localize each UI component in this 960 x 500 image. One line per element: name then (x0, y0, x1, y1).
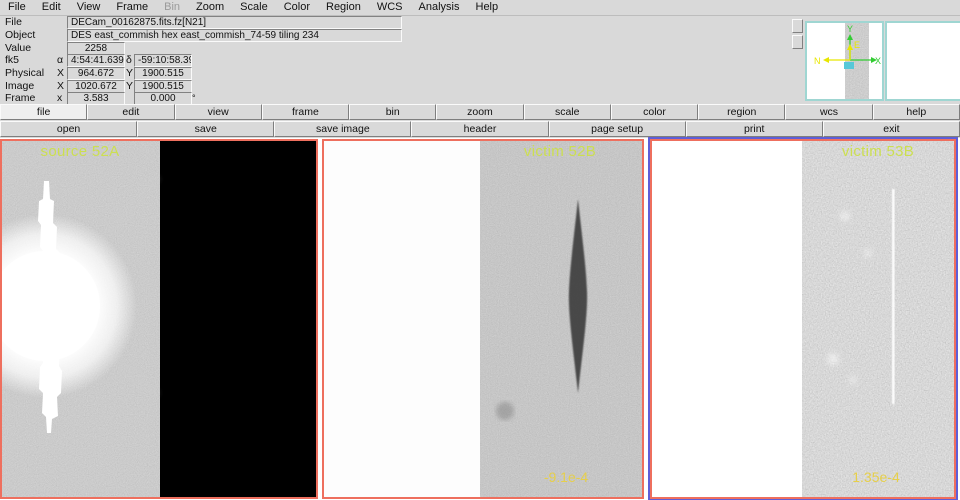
toolbar-frame-button[interactable]: frame (262, 104, 349, 120)
physical-x-label: X (57, 67, 64, 79)
physical-y-label: Y (126, 67, 133, 79)
menu-frame[interactable]: Frame (108, 0, 156, 15)
frame-1-image (2, 141, 316, 497)
toolbar-help-button[interactable]: help (873, 104, 960, 120)
toolbar-color-button[interactable]: color (611, 104, 698, 120)
region-value-52b: -9.1e-4 (544, 469, 588, 485)
panel-grip[interactable] (792, 19, 803, 33)
toolbar-wcs-button[interactable]: wcs (785, 104, 872, 120)
bright-streak (892, 189, 895, 404)
image-y-label: Y (126, 80, 133, 92)
menu-color[interactable]: Color (276, 0, 318, 15)
menu-region[interactable]: Region (318, 0, 369, 15)
toolbar-file-actions: open save save image header page setup p… (0, 121, 960, 137)
frame-3[interactable]: victim 53B 1.35e-4 (650, 139, 956, 499)
toolbar-zoom-button[interactable]: zoom (436, 104, 523, 120)
frame-2-image (324, 141, 642, 497)
north-arrowhead (823, 57, 829, 63)
magnifier[interactable] (885, 21, 960, 101)
object-label: Object (5, 29, 35, 41)
east-label: E (854, 40, 860, 50)
toolbar-view-button[interactable]: view (175, 104, 262, 120)
exit-button[interactable]: exit (823, 121, 960, 137)
file-label: File (5, 16, 22, 28)
panner-image-strip (845, 23, 869, 99)
header-button[interactable]: header (411, 121, 548, 137)
degree-symbol: ° (192, 92, 196, 104)
menu-analysis[interactable]: Analysis (411, 0, 468, 15)
toolbar-region-button[interactable]: region (698, 104, 785, 120)
frame-2[interactable]: victim 52B -9.1e-4 (322, 139, 644, 499)
toolbar-scale-button[interactable]: scale (524, 104, 611, 120)
menu-wcs[interactable]: WCS (369, 0, 411, 15)
toolbar-edit-button[interactable]: edit (87, 104, 174, 120)
dec-field[interactable]: -59:10:58.39 (134, 54, 192, 67)
toolbar-bin-button[interactable]: bin (349, 104, 436, 120)
menu-edit[interactable]: Edit (34, 0, 69, 15)
ra-field[interactable]: 4:54:41.639 (67, 54, 125, 67)
menu-help[interactable]: Help (468, 0, 507, 15)
ds9-window: File Edit View Frame Bin Zoom Scale Colo… (0, 0, 960, 500)
file-value-field[interactable]: DECam_00162875.fits.fz[N21] (67, 16, 402, 29)
physical-y-field[interactable]: 1900.515 (134, 67, 192, 80)
menu-bar: File Edit View Frame Bin Zoom Scale Colo… (0, 0, 960, 16)
panner-canvas: N E X Y (807, 23, 882, 99)
region-label-victim-52b: victim 52B (524, 143, 596, 160)
save-button[interactable]: save (137, 121, 274, 137)
save-image-button[interactable]: save image (274, 121, 411, 137)
frame-3-image (652, 141, 954, 497)
menu-view[interactable]: View (69, 0, 109, 15)
x-axis-label: X (875, 56, 881, 66)
print-button[interactable]: print (686, 121, 823, 137)
y-axis-label: Y (847, 24, 853, 34)
zoom-factor-label: x (57, 92, 62, 104)
value-label: Value (5, 42, 31, 54)
frames-area: source 52A victim 52B -9.1e-4 (0, 138, 960, 500)
fk5-label: fk5 (5, 54, 19, 66)
frame-2-blank-half (324, 141, 480, 497)
physical-x-field[interactable]: 964.672 (67, 67, 125, 80)
region-label-source: source 52A (41, 143, 120, 160)
menu-zoom[interactable]: Zoom (188, 0, 232, 15)
menu-file[interactable]: File (0, 0, 34, 15)
toolbar-file-button[interactable]: file (0, 104, 87, 120)
physical-label: Physical (5, 67, 44, 79)
open-button[interactable]: open (0, 121, 137, 137)
frame-1-blank-half (160, 141, 316, 497)
ra-label: α (57, 54, 63, 66)
image-x-label: X (57, 80, 64, 92)
region-label-victim-53b: victim 53B (842, 143, 914, 160)
panel-grip[interactable] (792, 35, 803, 49)
dec-label: δ (126, 54, 132, 66)
object-value-field[interactable]: DES east_commish hex east_commish_74-59 … (67, 29, 402, 42)
toolbar-categories: file edit view frame bin zoom scale colo… (0, 104, 960, 120)
frame-3-blank-half (652, 141, 802, 497)
image-label: Image (5, 80, 34, 92)
view-box-indicator[interactable] (844, 62, 854, 69)
panner[interactable]: N E X Y (805, 21, 884, 101)
region-value-53b: 1.35e-4 (852, 469, 899, 485)
page-setup-button[interactable]: page setup (549, 121, 686, 137)
menu-scale[interactable]: Scale (232, 0, 276, 15)
north-label: N (814, 56, 821, 66)
menu-bin: Bin (156, 0, 188, 15)
faint-dark-blob (496, 402, 514, 420)
frame-1[interactable]: source 52A (0, 139, 318, 499)
